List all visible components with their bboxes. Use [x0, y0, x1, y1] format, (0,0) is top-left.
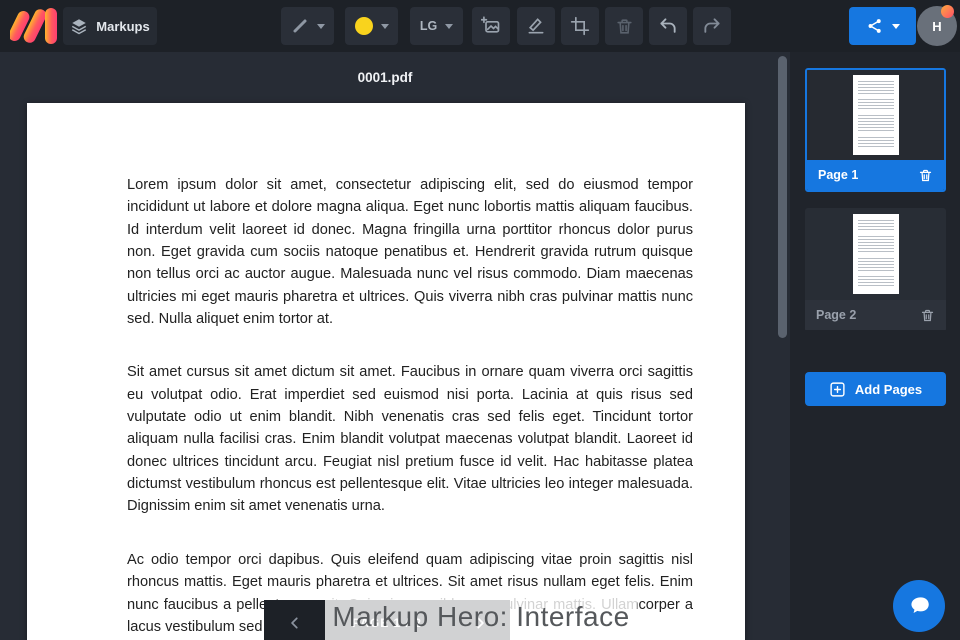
page-thumbnail-footer: Page 2 [805, 300, 946, 330]
chevron-down-icon [316, 23, 325, 29]
pen-icon [291, 17, 309, 35]
page-thumbnail-preview [805, 208, 946, 300]
chat-bubble-icon [911, 597, 929, 614]
signature-button[interactable] [517, 7, 555, 45]
page-thumbnail-footer: Page 1 [807, 160, 944, 190]
chevron-down-icon [891, 23, 900, 29]
size-selector-button[interactable]: LG [410, 7, 463, 45]
chevron-left-icon [290, 617, 298, 629]
plus-square-icon [829, 381, 846, 398]
crop-button[interactable] [561, 7, 599, 45]
mini-page-image [852, 75, 899, 155]
delete-button[interactable] [605, 7, 643, 45]
avatar-initial: H [932, 18, 942, 34]
viewer-scrollbar[interactable] [778, 56, 787, 338]
delete-page-button[interactable] [920, 308, 935, 323]
add-pages-button[interactable]: Add Pages [805, 372, 946, 406]
trash-icon [615, 17, 634, 36]
paragraph: Lorem ipsum dolor sit amet, consectetur … [127, 177, 693, 328]
color-picker-button[interactable] [345, 7, 398, 45]
page-thumbnail-label: Page 1 [818, 168, 859, 182]
page-thumbnail-2[interactable]: Page 2 [805, 208, 946, 332]
size-selector-value: LG [419, 19, 438, 33]
chat-widget-button[interactable] [893, 580, 945, 632]
page-thumbnail-1[interactable]: Page 1 [805, 68, 946, 192]
document-title: 0001.pdf [357, 70, 413, 85]
pages-sidebar: Page 1 Page 2 Add Pages [790, 52, 960, 640]
notification-dot [941, 5, 954, 18]
markups-button[interactable]: Markups [63, 7, 157, 45]
toolbar: Markups LG H [0, 0, 960, 52]
chevron-down-icon [380, 23, 389, 29]
pdf-page-text: Lorem ipsum dolor sit amet, consectetur … [27, 103, 745, 638]
crop-icon [570, 16, 590, 36]
markups-button-label: Markups [96, 18, 150, 34]
add-image-icon [481, 16, 501, 36]
layers-icon [70, 17, 88, 35]
add-pages-label: Add Pages [854, 381, 923, 397]
mini-page-image [852, 214, 899, 294]
draw-tool-button[interactable] [281, 7, 334, 45]
document-viewer: 0001.pdf Lorem ipsum dolor sit amet, con… [0, 52, 790, 640]
page-thumbnail-preview [807, 70, 944, 160]
caption-text: Markup Hero: Interface [332, 601, 630, 632]
share-icon [866, 17, 884, 35]
pdf-page: Lorem ipsum dolor sit amet, consectetur … [27, 103, 745, 640]
add-image-button[interactable] [472, 7, 510, 45]
undo-button[interactable] [649, 7, 687, 45]
page-thumbnail-label: Page 2 [816, 308, 857, 322]
delete-page-button[interactable] [918, 168, 933, 183]
app-window: Markups LG H 0001.pdf Lorem ipsum dolor … [0, 0, 960, 640]
trash-icon [921, 309, 934, 321]
previous-page-button[interactable] [264, 600, 325, 640]
color-swatch [354, 17, 373, 35]
redo-icon [702, 16, 722, 36]
markup-hero-logo[interactable] [10, 7, 60, 45]
caption-overlay: Markup Hero: Interface [325, 598, 637, 640]
signature-icon [526, 16, 546, 36]
share-button[interactable] [849, 7, 916, 45]
redo-button[interactable] [693, 7, 731, 45]
trash-icon [919, 169, 932, 181]
paragraph: Sit amet cursus sit amet dictum sit amet… [127, 364, 693, 515]
chevron-down-icon [445, 23, 454, 29]
undo-icon [658, 16, 678, 36]
